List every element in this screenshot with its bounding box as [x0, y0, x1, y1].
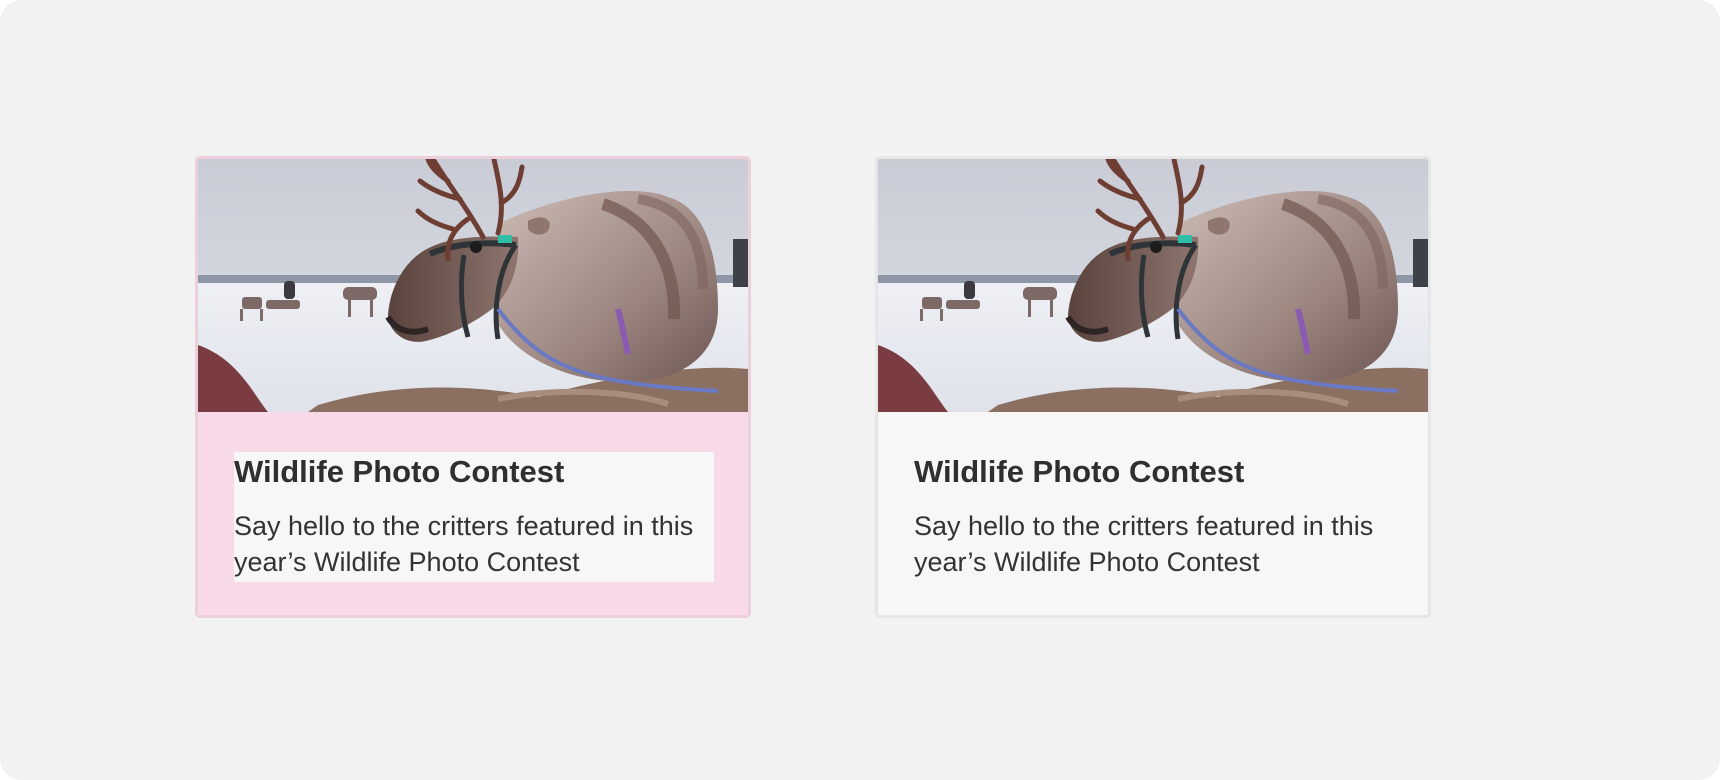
- card-highlighted[interactable]: Wildlife Photo Contest Say hello to the …: [195, 156, 751, 618]
- card-default[interactable]: Wildlife Photo Contest Say hello to the …: [875, 156, 1431, 618]
- card-body: Wildlife Photo Contest Say hello to the …: [878, 412, 1428, 615]
- card-image: [198, 159, 748, 412]
- card-title: Wildlife Photo Contest: [234, 454, 565, 489]
- card-padding-highlight: Wildlife Photo Contest Say hello to the …: [198, 412, 748, 615]
- card-description: Say hello to the critters featured in th…: [914, 511, 1374, 577]
- card-content: Wildlife Photo Contest Say hello to the …: [914, 452, 1394, 582]
- card-description: Say hello to the critters featured in th…: [234, 511, 694, 577]
- card-content: Wildlife Photo Contest Say hello to the …: [234, 452, 714, 582]
- card-image: [878, 159, 1428, 412]
- card-title: Wildlife Photo Contest: [914, 454, 1245, 489]
- canvas-background: Wildlife Photo Contest Say hello to the …: [0, 0, 1720, 780]
